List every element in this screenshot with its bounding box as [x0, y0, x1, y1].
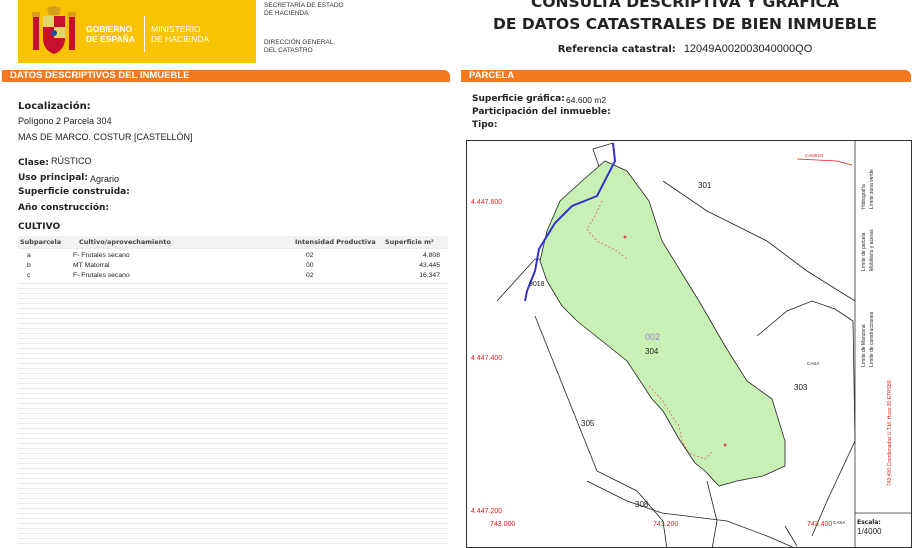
cultivo-table-background	[18, 234, 448, 548]
table-row: b MT Matorral 00 43.445	[18, 262, 448, 271]
legend-mobiliario: Mobiliario y aceras	[869, 229, 875, 271]
row-intensidad: 02	[306, 252, 314, 259]
parcel-304-area[interactable]	[539, 160, 786, 487]
neighbor-303: 303	[794, 383, 808, 392]
gobierno-label: GOBIERNO DE ESPAÑA	[86, 24, 135, 44]
coord-y2: 4.447.400	[471, 355, 502, 362]
coord-y3: 4.447.200	[471, 508, 502, 515]
uso-label: Uso principal:	[18, 173, 88, 183]
parcel-map[interactable]: 4.447.600 4.447.400 4.447.200 743.000 74…	[466, 140, 912, 548]
col-superficie: Superficie m²	[385, 238, 434, 246]
title-line1: CONSULTA DESCRIPTIVA Y GRÁFICA	[530, 0, 840, 11]
gobierno-line2: DE ESPAÑA	[86, 34, 135, 44]
tipo-label: Tipo:	[472, 120, 498, 130]
superficie-construida-label: Superficie construida:	[18, 187, 130, 197]
legend-zona-verde: Límite zona verde	[869, 169, 875, 209]
neighbor-308: 308	[635, 500, 649, 509]
parcel-number: 304	[645, 347, 659, 356]
row-cultivo: F- Frutales secano	[73, 252, 130, 259]
legend-hidrografia: Hidrografía	[861, 184, 867, 209]
ref-label: Referencia catastral:	[557, 44, 676, 55]
ministerio-label: MINISTERIO DE HACIENDA	[151, 24, 209, 44]
row-subparcela: a	[27, 252, 31, 259]
boundary-line	[784, 525, 798, 547]
ministerio-line1: MINISTERIO	[151, 24, 201, 34]
localizacion-line2: MAS DE MARCO. COSTUR [CASTELLÓN]	[18, 132, 193, 142]
localizacion-line1: Polígono 2 Parcela 304	[18, 116, 112, 126]
clase-label: Clase:	[18, 158, 49, 168]
legend-construcciones: Límite de construcciones	[869, 311, 875, 367]
datos-descriptivos-header: DATOS DESCRIPTIVOS DEL INMUEBLE	[2, 70, 450, 82]
neighbor-305: 305	[581, 419, 595, 428]
coat-of-arms-icon	[32, 6, 76, 54]
camino-line	[796, 158, 853, 166]
row-cultivo: F- Frutales secano	[73, 272, 130, 279]
direccion-label: DIRECCIÓN GENERAL DEL CATASTRO	[264, 39, 333, 55]
coord-x1: 743.000	[490, 521, 515, 528]
uso-value: Agrario	[90, 174, 120, 184]
coord-x3: 743.400	[807, 521, 832, 528]
subparcel-marker	[723, 443, 727, 447]
boundary-line	[706, 480, 718, 547]
boundary-line	[662, 180, 856, 302]
title-line2: DE DATOS CATASTRALES DE BIEN INMUEBLE	[492, 15, 878, 33]
row-superficie: 43.445	[419, 262, 440, 269]
row-superficie: 4.808	[422, 252, 440, 259]
cultivo-title: CULTIVO	[18, 222, 61, 232]
row-subparcela: c	[27, 272, 31, 279]
parcel-code: 002	[645, 332, 660, 342]
parcela-header: PARCELA	[461, 70, 911, 82]
col-subparcela: Subparcela	[20, 238, 62, 246]
gobierno-line1: GOBIERNO	[86, 24, 133, 34]
referencia-catastral: Referencia catastral: 12049A002003040000Q…	[460, 43, 910, 55]
neighbor-9018: 9018	[529, 281, 545, 288]
participacion-label: Participación del inmueble:	[472, 107, 611, 117]
table-row: c F- Frutales secano 02 16.347	[18, 272, 448, 281]
escala-value: 1/4000	[857, 527, 882, 536]
col-intensidad: Intensidad Productiva	[295, 238, 376, 246]
table-row: a F- Frutales secano 02 4.808	[18, 252, 448, 261]
boundary-line	[586, 480, 794, 547]
row-intensidad: 00	[306, 262, 314, 269]
neighbor-301: 301	[698, 181, 712, 190]
clase-value: RÚSTICO	[51, 156, 92, 166]
ministerio-line2: DE HACIENDA	[151, 34, 210, 44]
col-cultivo: Cultivo/aprovechamiento	[79, 238, 171, 246]
secretaria-line1: SECRETARÍA DE ESTADO	[264, 2, 344, 9]
camino-label: CAMINO	[805, 153, 823, 158]
ref-value: 12049A002003040000QO	[683, 43, 813, 55]
coord-y1: 4.447.600	[471, 199, 502, 206]
casa-label: CASA	[807, 361, 819, 366]
localizacion-label: Localización:	[18, 101, 91, 112]
direccion-line2: DEL CATASTRO	[264, 47, 313, 54]
legend-parcela: Límite de parcela	[861, 232, 867, 271]
row-cultivo: MT Matorral	[73, 262, 110, 269]
map-canvas: 4.447.600 4.447.400 4.447.200 743.000 74…	[471, 141, 911, 547]
superficie-grafica-label: Superficie gráfica:	[472, 94, 565, 104]
direccion-line1: DIRECCIÓN GENERAL	[264, 39, 334, 46]
escala-label: Escala:	[857, 519, 881, 526]
header-separator	[144, 16, 145, 52]
subparcel-marker	[623, 235, 627, 239]
secretaria-label: SECRETARÍA DE ESTADO DE HACIENDA	[264, 2, 344, 18]
row-subparcela: b	[27, 262, 31, 269]
coord-x2: 743.200	[653, 521, 678, 528]
coord-note: 743,400 Coordenadas U.T.M. Huso 30 ETRS8…	[887, 380, 893, 486]
casa-label: CASA	[833, 520, 845, 525]
row-superficie: 16.347	[419, 272, 440, 279]
row-intensidad: 02	[306, 272, 314, 279]
anio-construccion-label: Año construcción:	[18, 203, 110, 213]
legend-manzana: Límite de Manzana	[861, 324, 867, 367]
secretaria-line2: DE HACIENDA	[264, 10, 309, 17]
superficie-grafica-value: 64.600 m2	[566, 95, 607, 105]
